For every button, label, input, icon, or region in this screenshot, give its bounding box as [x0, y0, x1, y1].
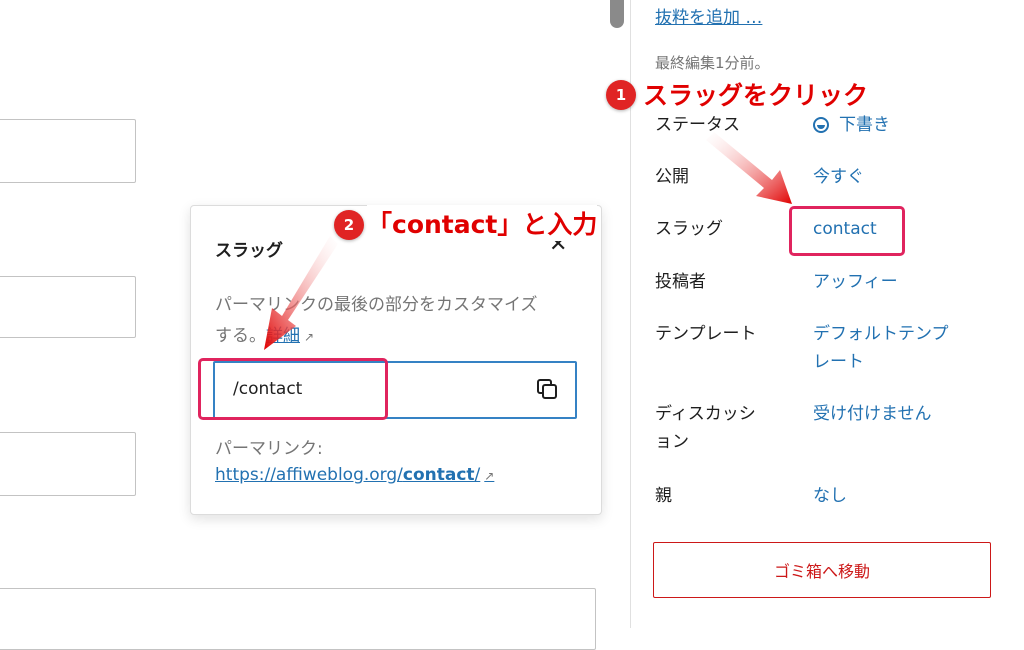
- popover-description-prefix: する。: [215, 326, 266, 346]
- discussion-label: ディスカッシ ョン: [655, 400, 756, 456]
- status-value: 下書き: [839, 115, 890, 135]
- parent-value-button[interactable]: なし: [813, 482, 847, 510]
- popover-title: スラッグ: [215, 241, 283, 261]
- parent-label: 親: [655, 486, 672, 506]
- discussion-label-line1: ディスカッシ: [655, 404, 756, 424]
- external-link-icon: ↗: [304, 330, 315, 344]
- permalink-slug: contact: [402, 465, 475, 485]
- add-excerpt-link[interactable]: 抜粋を追加 …: [655, 3, 762, 28]
- template-value-button[interactable]: デフォルトテンプ レート: [813, 320, 949, 376]
- step-1-instruction: スラッグをクリック: [643, 76, 869, 112]
- permalink-prefix: https://affiweblog.org/: [215, 465, 403, 485]
- popover-description: パーマリンクの最後の部分をカスタマイズ する。詳細 ↗: [215, 290, 585, 353]
- slug-value-highlight: [789, 206, 905, 256]
- popover-description-line2: する。詳細 ↗: [215, 321, 585, 353]
- template-value-line1: デフォルトテンプ: [813, 324, 949, 344]
- last-edited-text: 最終編集1分前。: [655, 54, 770, 72]
- text-field[interactable]: [0, 276, 136, 338]
- move-to-trash-button[interactable]: ゴミ箱へ移動: [653, 542, 991, 598]
- step-1-badge: 1: [606, 80, 636, 110]
- popover-description-line1: パーマリンクの最後の部分をカスタマイズ: [215, 295, 538, 315]
- external-link-icon: ↗: [484, 469, 495, 483]
- author-label: 投稿者: [655, 272, 706, 292]
- discussion-label-line2: ョン: [655, 432, 689, 452]
- slug-input-highlight: [198, 358, 388, 420]
- template-label: テンプレート: [655, 324, 757, 344]
- author-value-button[interactable]: アッフィー: [813, 268, 898, 296]
- publish-value-button[interactable]: 今すぐ: [813, 163, 864, 191]
- permalink-suffix: /: [474, 465, 481, 485]
- template-value-line2: レート: [813, 352, 864, 372]
- copy-icon[interactable]: [535, 377, 559, 401]
- slug-label: スラッグ: [655, 219, 723, 239]
- permalink-label: パーマリンク:: [215, 439, 323, 459]
- draft-status-icon: [813, 117, 829, 133]
- step-2-badge: 2: [334, 210, 364, 240]
- text-field[interactable]: [0, 432, 136, 496]
- text-field[interactable]: [0, 588, 596, 650]
- publish-label: 公開: [655, 167, 689, 187]
- permalink-url-link[interactable]: https://affiweblog.org/contact/↗: [215, 465, 494, 485]
- status-value-button[interactable]: 下書き: [813, 111, 890, 139]
- status-label: ステータス: [655, 115, 740, 135]
- scrollbar-thumb[interactable]: [610, 0, 624, 28]
- discussion-value-button[interactable]: 受け付けません: [813, 400, 932, 428]
- step-2-instruction: 「contact」と入力: [367, 205, 598, 241]
- text-field[interactable]: [0, 119, 136, 183]
- learn-more-link[interactable]: 詳細: [266, 326, 300, 346]
